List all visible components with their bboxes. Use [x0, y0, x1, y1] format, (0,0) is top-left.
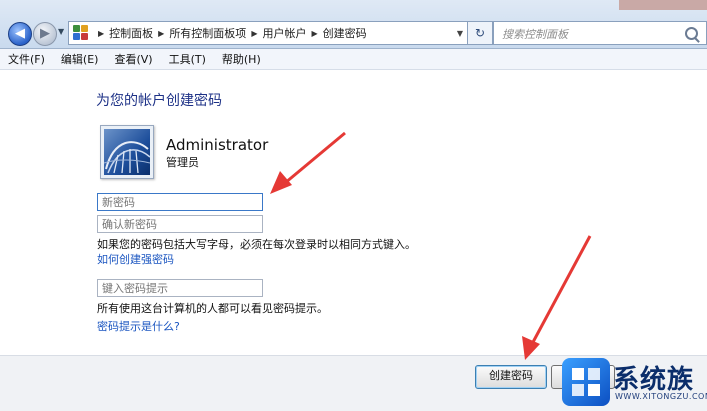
- breadcrumb-item-create-password[interactable]: 创建密码: [323, 25, 367, 41]
- watermark-logo-icon: [562, 358, 610, 406]
- password-hint-help-link[interactable]: 密码提示是什么?: [97, 318, 180, 334]
- menu-file[interactable]: 文件(F): [8, 51, 45, 67]
- hint-visibility-note: 所有使用这台计算机的人都可以看见密码提示。: [97, 302, 328, 315]
- menu-tools[interactable]: 工具(T): [169, 51, 206, 67]
- search-icon[interactable]: [685, 27, 698, 40]
- case-sensitivity-note: 如果您的密码包括大写字母，必须在每次登录时以相同方式键入。: [97, 238, 416, 251]
- search-placeholder: 搜索控制面板: [502, 28, 568, 41]
- window-titlebar-strip: [619, 0, 707, 10]
- create-password-button[interactable]: 创建密码: [475, 365, 547, 389]
- watermark-text: 系统族: [613, 365, 695, 395]
- menu-edit[interactable]: 编辑(E): [61, 51, 99, 67]
- breadcrumb-item-user-accounts[interactable]: 用户帐户: [262, 25, 306, 41]
- forward-button[interactable]: ▶: [33, 22, 57, 46]
- password-hint-field[interactable]: [97, 279, 263, 297]
- new-password-field[interactable]: [97, 193, 263, 211]
- watermark-logo: 系统族 WWW.XITONGZU.COM: [557, 355, 707, 410]
- refresh-button[interactable]: ↻: [467, 21, 493, 45]
- strong-password-link[interactable]: 如何创建强密码: [97, 251, 174, 267]
- menu-bar: 文件(F) 编辑(E) 查看(V) 工具(T) 帮助(H): [0, 49, 707, 70]
- recent-pages-dropdown[interactable]: ▼: [58, 27, 64, 36]
- menu-view[interactable]: 查看(V): [114, 51, 152, 67]
- account-name: Administrator: [166, 136, 269, 154]
- breadcrumb-item-all-items[interactable]: 所有控制面板项: [169, 25, 246, 41]
- address-bar-area: ◀ ▶ ▼ ▶ 控制面板 ▶ 所有控制面板项 ▶ 用户帐户 ▶ 创建密码 ▼ ↻…: [0, 0, 707, 49]
- chevron-down-icon[interactable]: ▼: [457, 29, 463, 38]
- breadcrumb[interactable]: ▶ 控制面板 ▶ 所有控制面板项 ▶ 用户帐户 ▶ 创建密码 ▼: [68, 21, 468, 45]
- breadcrumb-item-control-panel[interactable]: 控制面板: [109, 25, 153, 41]
- control-panel-icon: [73, 25, 89, 41]
- page-title: 为您的帐户创建密码: [96, 93, 222, 109]
- watermark-url: WWW.XITONGZU.COM: [615, 392, 707, 401]
- back-button[interactable]: ◀: [8, 22, 32, 46]
- menu-help[interactable]: 帮助(H): [222, 51, 261, 67]
- avatar: [100, 125, 154, 179]
- confirm-password-field[interactable]: [97, 215, 263, 233]
- account-type: 管理员: [166, 156, 199, 169]
- search-input[interactable]: 搜索控制面板: [493, 21, 707, 45]
- main-content: 为您的帐户创建密码 Administrator 管理员 如果您的密码包括大写字母…: [0, 70, 707, 355]
- user-picture-icon: [104, 129, 150, 175]
